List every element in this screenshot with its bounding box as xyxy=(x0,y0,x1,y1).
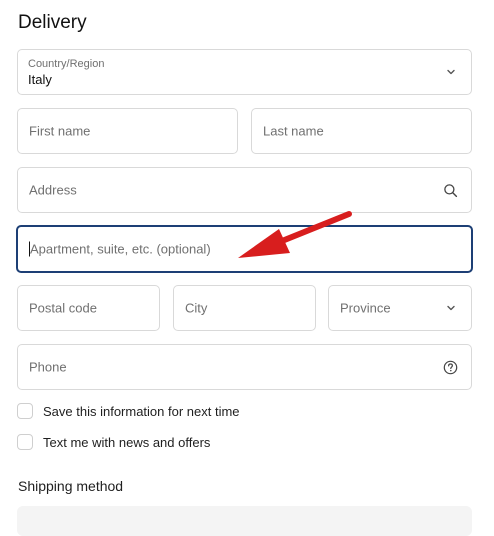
last-name-field[interactable]: Last name xyxy=(251,108,472,154)
phone-field[interactable]: Phone xyxy=(17,344,472,390)
shipping-method-box xyxy=(17,506,472,536)
apartment-field[interactable]: Apartment, suite, etc. (optional) xyxy=(16,225,473,273)
save-info-checkbox[interactable] xyxy=(17,403,33,419)
first-name-field[interactable]: First name xyxy=(17,108,238,154)
country-region-select[interactable]: Country/Region Italy xyxy=(17,49,472,95)
news-offers-checkbox[interactable] xyxy=(17,434,33,450)
address-placeholder: Address xyxy=(29,182,77,198)
province-placeholder: Province xyxy=(340,300,391,316)
city-placeholder: City xyxy=(185,300,208,316)
postal-code-placeholder: Postal code xyxy=(29,300,97,316)
search-icon[interactable] xyxy=(443,183,458,198)
last-name-placeholder: Last name xyxy=(263,123,324,139)
first-name-placeholder: First name xyxy=(29,123,91,139)
shipping-method-title: Shipping method xyxy=(18,478,124,494)
phone-placeholder: Phone xyxy=(29,359,67,375)
chevron-down-icon xyxy=(447,69,455,75)
delivery-title: Delivery xyxy=(18,12,87,33)
help-icon[interactable] xyxy=(443,360,458,375)
chevron-down-icon xyxy=(447,305,455,311)
save-info-label[interactable]: Save this information for next time xyxy=(43,404,240,419)
country-region-label: Country/Region xyxy=(28,58,105,70)
province-select[interactable]: Province xyxy=(328,285,472,331)
address-field[interactable]: Address xyxy=(17,167,472,213)
news-offers-label[interactable]: Text me with news and offers xyxy=(43,435,210,450)
postal-code-field[interactable]: Postal code xyxy=(17,285,160,331)
country-region-value: Italy xyxy=(28,72,52,87)
city-field[interactable]: City xyxy=(173,285,316,331)
apartment-placeholder: Apartment, suite, etc. (optional) xyxy=(30,241,211,257)
